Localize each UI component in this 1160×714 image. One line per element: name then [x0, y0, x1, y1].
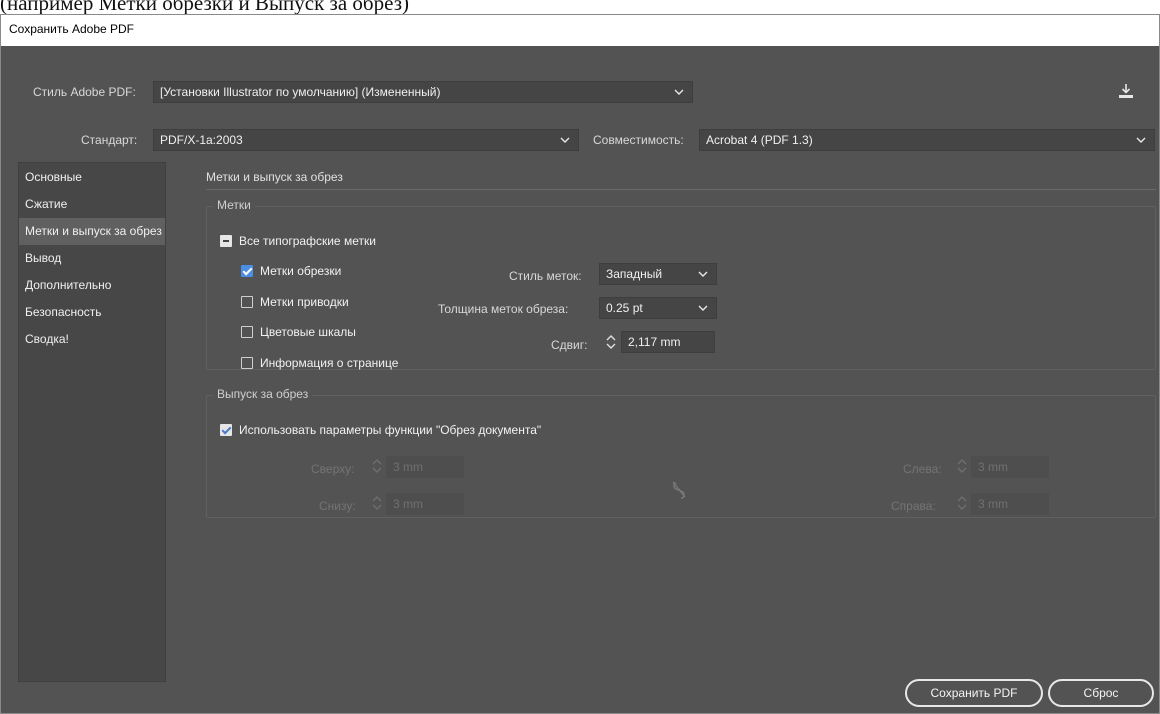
chevron-down-icon: [1134, 130, 1148, 150]
bleed-bottom-input[interactable]: 3 mm: [386, 493, 464, 515]
chevron-down-icon: [696, 298, 710, 318]
nav-item-security[interactable]: Безопасность: [19, 299, 165, 326]
nav-item-marks-bleeds[interactable]: Метки и выпуск за обрез: [19, 218, 165, 245]
bleed-bottom-stepper-icon[interactable]: [371, 493, 383, 513]
standard-value: PDF/X-1a:2003: [160, 133, 243, 147]
mark-style-select[interactable]: Западный: [599, 263, 717, 285]
page-info-label: Информация о странице: [260, 356, 399, 370]
panel-divider: [206, 189, 1156, 190]
category-nav: Основные Сжатие Метки и выпуск за обрез …: [18, 162, 166, 682]
bleed-group-title: Выпуск за обрез: [213, 387, 313, 401]
offset-label: Сдвиг:: [551, 338, 588, 352]
color-bars-checkbox[interactable]: [241, 326, 253, 338]
compat-value: Acrobat 4 (PDF 1.3): [706, 133, 813, 147]
compat-select[interactable]: Acrobat 4 (PDF 1.3): [699, 129, 1155, 151]
bleed-top-stepper-icon[interactable]: [371, 456, 383, 476]
bleed-top-value: 3 mm: [393, 460, 423, 474]
mark-style-label: Стиль меток:: [509, 269, 582, 283]
save-pdf-button[interactable]: Сохранить PDF: [905, 679, 1043, 707]
bleed-left-value: 3 mm: [978, 460, 1008, 474]
bleed-right-label: Справа:: [891, 499, 936, 513]
dialog-body: Стиль Adobe PDF: [Установки Illustrator …: [1, 46, 1159, 713]
bleed-left-label: Слева:: [903, 462, 942, 476]
chevron-down-icon: [696, 264, 710, 284]
bleed-top-label: Сверху:: [311, 462, 355, 476]
chevron-down-icon: [558, 130, 572, 150]
download-icon[interactable]: [1117, 82, 1135, 100]
bleed-right-input[interactable]: 3 mm: [971, 493, 1049, 515]
standard-label: Стандарт:: [81, 133, 138, 147]
all-marks-checkbox[interactable]: [220, 235, 232, 247]
compat-label: Совместимость:: [593, 133, 684, 147]
bleed-left-input[interactable]: 3 mm: [971, 456, 1049, 478]
preset-label: Стиль Adobe PDF:: [33, 85, 136, 99]
mark-weight-value: 0.25 pt: [606, 301, 643, 315]
bleed-bottom-label: Снизу:: [319, 499, 356, 513]
page-info-checkbox[interactable]: [241, 357, 253, 369]
offset-value: 2,117 mm: [628, 335, 681, 349]
bleed-right-stepper-icon[interactable]: [956, 493, 968, 513]
registration-marks-label: Метки приводки: [260, 295, 349, 309]
nav-item-general[interactable]: Основные: [19, 164, 165, 191]
window-title: Сохранить Adobe PDF: [1, 15, 1159, 46]
bleed-top-input[interactable]: 3 mm: [386, 456, 464, 478]
panel-title: Метки и выпуск за обрез: [206, 170, 343, 184]
use-doc-bleed-checkbox[interactable]: [220, 424, 232, 436]
offset-input[interactable]: 2,117 mm: [621, 331, 715, 353]
mark-weight-select[interactable]: 0.25 pt: [599, 297, 717, 319]
broken-link-icon[interactable]: [671, 480, 687, 500]
chevron-down-icon: [672, 82, 686, 102]
nav-item-compression[interactable]: Сжатие: [19, 191, 165, 218]
nav-item-output[interactable]: Вывод: [19, 245, 165, 272]
nav-item-advanced[interactable]: Дополнительно: [19, 272, 165, 299]
bleed-left-stepper-icon[interactable]: [956, 456, 968, 476]
offset-stepper-icon[interactable]: [605, 332, 617, 352]
marks-group-title: Метки: [213, 198, 255, 212]
bleed-right-value: 3 mm: [978, 497, 1008, 511]
registration-marks-checkbox[interactable]: [241, 296, 253, 308]
use-doc-bleed-label: Использовать параметры функции "Обрез до…: [239, 423, 542, 437]
color-bars-label: Цветовые шкалы: [260, 325, 356, 339]
preset-select[interactable]: [Установки Illustrator по умолчанию] (Из…: [153, 81, 693, 103]
bleed-bottom-value: 3 mm: [393, 497, 423, 511]
mark-style-value: Западный: [606, 267, 663, 281]
standard-select[interactable]: PDF/X-1a:2003: [153, 129, 579, 151]
trim-marks-checkbox[interactable]: [241, 265, 253, 277]
all-marks-label: Все типографские метки: [239, 234, 376, 248]
save-pdf-dialog: Сохранить Adobe PDF Стиль Adobe PDF: [Ус…: [0, 14, 1160, 714]
preset-value: [Установки Illustrator по умолчанию] (Из…: [160, 85, 441, 99]
mark-weight-label: Толщина меток обреза:: [438, 302, 569, 316]
reset-button[interactable]: Сброс: [1048, 679, 1154, 707]
trim-marks-label: Метки обрезки: [260, 264, 342, 278]
nav-item-summary[interactable]: Сводка!: [19, 326, 165, 353]
